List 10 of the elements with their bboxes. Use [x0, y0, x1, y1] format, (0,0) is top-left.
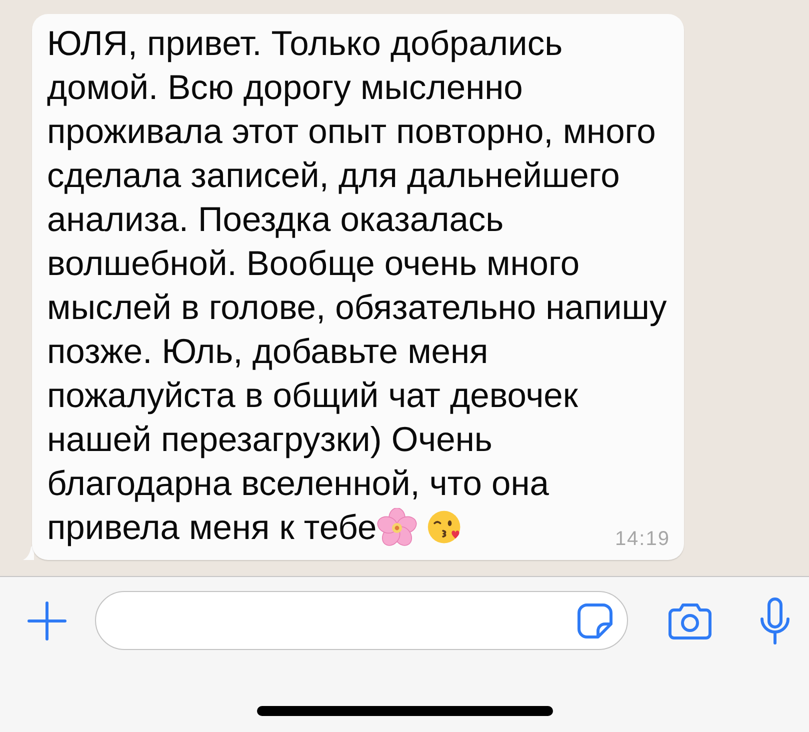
sticker-icon[interactable]	[577, 602, 613, 638]
microphone-icon	[759, 596, 791, 644]
camera-icon	[668, 602, 712, 640]
plus-button[interactable]	[27, 600, 67, 640]
microphone-button[interactable]	[759, 596, 791, 644]
camera-button[interactable]	[668, 600, 712, 640]
message-time: 14:19	[614, 527, 670, 551]
blossom-emoji-icon	[376, 508, 417, 548]
message-text: привела меня к тебе	[47, 508, 377, 549]
plus-icon	[27, 600, 67, 640]
